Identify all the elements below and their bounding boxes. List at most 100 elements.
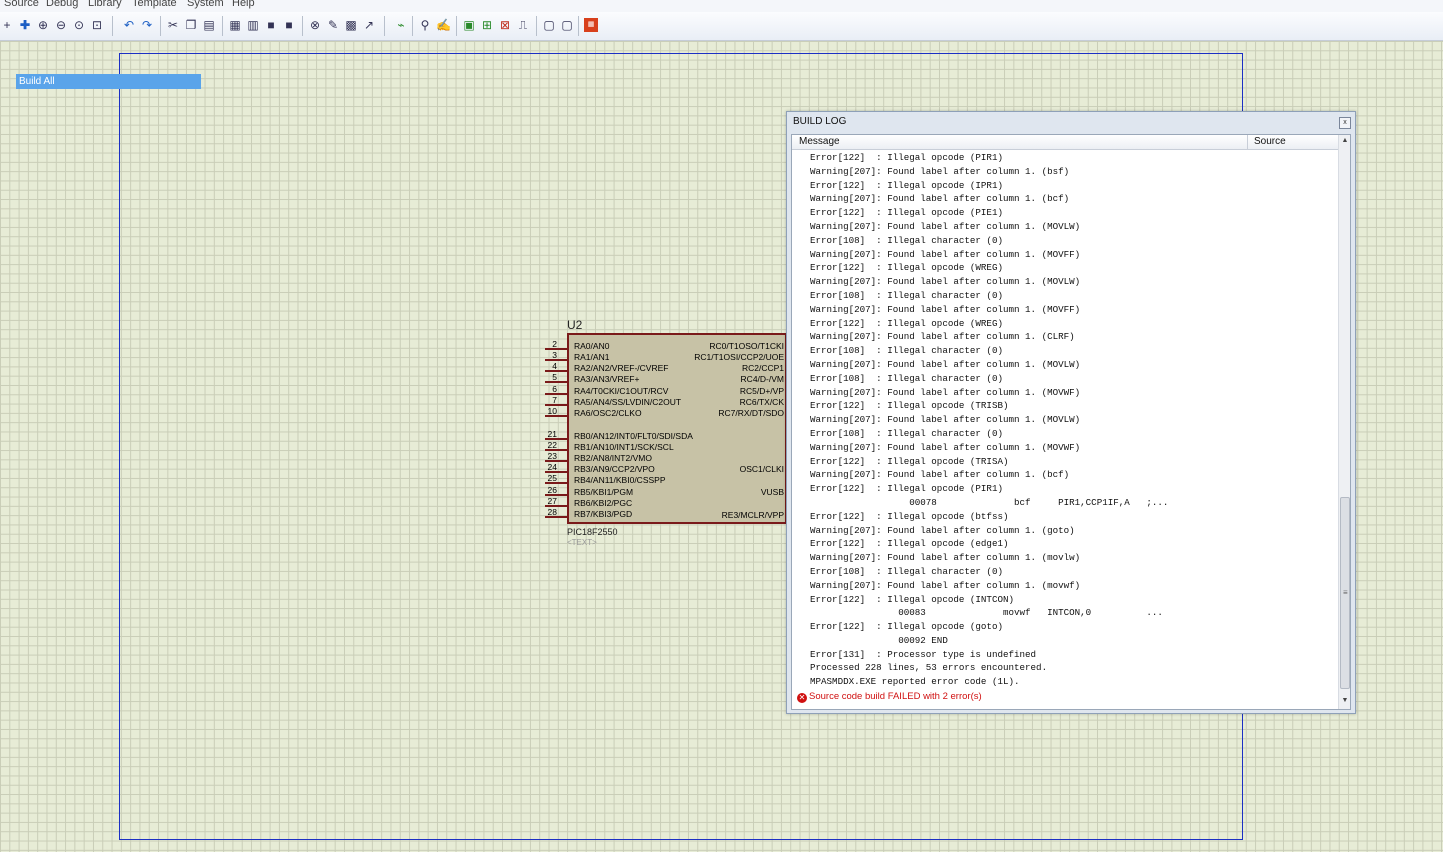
ares-icon[interactable]: ⎍ [516, 18, 530, 32]
scrollbar-thumb[interactable]: ≡ [1340, 497, 1350, 689]
zoom-in-icon[interactable]: ⊕ [36, 18, 50, 32]
column-header-message[interactable]: Message [799, 136, 840, 147]
decompose-icon[interactable]: ↗ [362, 18, 376, 32]
log-line[interactable]: Error[108] : Illegal character (0) [810, 344, 1330, 358]
log-line[interactable]: Warning[207]: Found label after column 1… [810, 165, 1330, 179]
log-line[interactable]: Warning[207]: Found label after column 1… [810, 220, 1330, 234]
menu-help[interactable]: Help [232, 0, 255, 9]
zoom-out-icon[interactable]: ⊖ [54, 18, 68, 32]
close-button[interactable]: x [1339, 117, 1351, 129]
log-line[interactable]: Warning[207]: Found label after column 1… [810, 358, 1330, 372]
pin-label: RC4/D-/VM [740, 374, 784, 384]
log-line[interactable]: Error[122] : Illegal opcode (PIE1) [810, 206, 1330, 220]
bill-of-materials-icon[interactable]: ⊞ [480, 18, 494, 32]
log-line[interactable]: Warning[207]: Found label after column 1… [810, 551, 1330, 565]
log-line[interactable]: Error[131] : Processor type is undefined [810, 648, 1330, 662]
log-line[interactable]: Warning[207]: Found label after column 1… [810, 386, 1330, 400]
pin-label: RA2/AN2/VREF-/CVREF [574, 363, 669, 373]
log-line[interactable]: Warning[207]: Found label after column 1… [810, 413, 1330, 427]
log-line[interactable]: Warning[207]: Found label after column 1… [810, 303, 1330, 317]
block-delete-icon[interactable]: ■ [282, 18, 296, 32]
erc-icon[interactable]: ⊠ [498, 18, 512, 32]
build-log-list[interactable]: Message Source Error[122] : Illegal opco… [791, 134, 1351, 710]
menu-debug[interactable]: Debug [46, 0, 78, 9]
search-icon[interactable]: ⚲ [418, 18, 432, 32]
log-line[interactable]: Warning[207]: Found label after column 1… [810, 275, 1330, 289]
log-line[interactable]: Error[122] : Illegal opcode (PIR1) [810, 151, 1330, 165]
column-header-source[interactable]: Source [1254, 136, 1286, 147]
ares-export-icon[interactable]: ▦ [584, 18, 598, 32]
origin-icon[interactable]: + [0, 18, 14, 32]
make-device-icon[interactable]: ✎ [326, 18, 340, 32]
menu-library[interactable]: Library [88, 0, 122, 9]
netlist-icon[interactable]: ▣ [462, 18, 476, 32]
log-line[interactable]: 00078 bcf PIR1,CCP1IF,A ;... [810, 496, 1330, 510]
pin-number: 26 [547, 485, 557, 495]
log-line[interactable]: Error[108] : Illegal character (0) [810, 234, 1330, 248]
log-line[interactable]: Warning[207]: Found label after column 1… [810, 192, 1330, 206]
log-line[interactable]: Error[122] : Illegal opcode (btfss) [810, 510, 1330, 524]
block-move-icon[interactable]: ▥ [246, 18, 260, 32]
log-line[interactable]: Error[122] : Illegal opcode (goto) [810, 620, 1330, 634]
log-line[interactable]: Warning[207]: Found label after column 1… [810, 468, 1330, 482]
wire-autorouter-icon[interactable]: ⌁ [394, 18, 408, 32]
log-line[interactable]: Warning[207]: Found label after column 1… [810, 248, 1330, 262]
redo-icon[interactable]: ↷ [140, 18, 154, 32]
zoom-area-icon[interactable]: ⊡ [90, 18, 104, 32]
pick-device-icon[interactable]: ⊗ [308, 18, 322, 32]
undo-icon[interactable]: ↶ [122, 18, 136, 32]
new-sheet-icon[interactable]: ▢ [542, 18, 556, 32]
log-line[interactable]: Error[108] : Illegal character (0) [810, 372, 1330, 386]
zoom-all-icon[interactable]: ⊙ [72, 18, 86, 32]
package-icon[interactable]: ▩ [344, 18, 358, 32]
log-line[interactable]: Error[122] : Illegal opcode (PIR1) [810, 482, 1330, 496]
build-all-menu-item[interactable]: Build All [16, 74, 201, 89]
log-line[interactable]: Error[122] : Illegal opcode (edge1) [810, 537, 1330, 551]
pin-label: RC0/T1OSO/T1CKI [709, 341, 784, 351]
log-line[interactable]: Warning[207]: Found label after column 1… [810, 524, 1330, 538]
close-icon: x [1343, 119, 1347, 126]
log-line[interactable]: MPASMDDX.EXE reported error code (1L). [810, 675, 1330, 689]
log-line[interactable]: Error[108] : Illegal character (0) [810, 427, 1330, 441]
log-line[interactable]: Error[122] : Illegal opcode (IPR1) [810, 179, 1330, 193]
pin-number: 28 [547, 507, 557, 517]
scroll-down-icon[interactable]: ▼ [1339, 695, 1350, 707]
log-line[interactable]: Error[122] : Illegal opcode (WREG) [810, 317, 1330, 331]
log-line[interactable]: Warning[207]: Found label after column 1… [810, 579, 1330, 593]
pin-number: 3 [552, 350, 557, 360]
log-line[interactable]: Warning[207]: Found label after column 1… [810, 330, 1330, 344]
pin-label: RA1/AN1 [574, 352, 610, 362]
block-copy-icon[interactable]: ▦ [228, 18, 242, 32]
pin-label: RA5/AN4/SS/LVDIN/C2OUT [574, 397, 682, 407]
block-rotate-icon[interactable]: ■ [264, 18, 278, 32]
log-line[interactable]: Error[108] : Illegal character (0) [810, 289, 1330, 303]
scroll-up-icon[interactable]: ▲ [1339, 135, 1350, 147]
log-lines: Error[122] : Illegal opcode (PIR1) Warnin… [810, 151, 1330, 689]
menu-source[interactable]: Source [4, 0, 39, 9]
log-line[interactable]: Error[122] : Illegal opcode (TRISA) [810, 455, 1330, 469]
remove-sheet-icon[interactable]: ▢ [560, 18, 574, 32]
menu-system[interactable]: System [187, 0, 224, 9]
add-icon[interactable]: ✚ [18, 18, 32, 32]
pin-number: 5 [552, 372, 557, 382]
log-line[interactable]: Error[122] : Illegal opcode (INTCON) [810, 593, 1330, 607]
vertical-scrollbar[interactable]: ▲ ≡ ▼ [1338, 135, 1350, 709]
log-line[interactable]: Warning[207]: Found label after column 1… [810, 441, 1330, 455]
log-line[interactable]: Error[122] : Illegal opcode (WREG) [810, 261, 1330, 275]
error-icon: ✕ [797, 693, 807, 703]
build-log-window[interactable]: BUILD LOG x Message Source Error[122] : … [786, 111, 1356, 714]
build-status: ✕ Source code build FAILED with 2 error(s… [797, 691, 982, 703]
log-line[interactable]: Error[122] : Illegal opcode (TRISB) [810, 399, 1330, 413]
paste-icon[interactable]: ▤ [202, 18, 216, 32]
log-line[interactable]: 00083 movwf INTCON,0 ... [810, 606, 1330, 620]
property-assign-icon[interactable]: ✍ [436, 18, 451, 32]
log-line[interactable]: 00092 END [810, 634, 1330, 648]
copy-icon[interactable]: ❐ [184, 18, 198, 32]
log-line[interactable]: Processed 228 lines, 53 errors encounter… [810, 661, 1330, 675]
toolbar-separator [302, 16, 303, 36]
menu-template[interactable]: Template [132, 0, 177, 9]
log-line[interactable]: Error[108] : Illegal character (0) [810, 565, 1330, 579]
column-divider[interactable] [1247, 135, 1248, 149]
pin-label: RC1/T1OSI/CCP2/UOE [694, 352, 784, 362]
cut-icon[interactable]: ✂ [166, 18, 180, 32]
